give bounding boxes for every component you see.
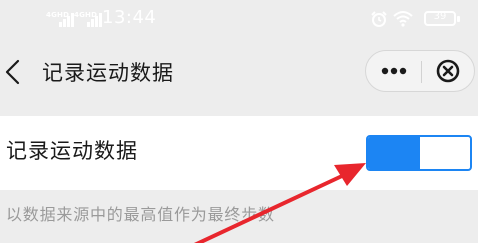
close-circle-icon: [436, 59, 460, 83]
alarm-icon: [371, 11, 387, 27]
status-time: 13:44: [102, 7, 157, 28]
menu-capsule: [365, 50, 475, 92]
status-icons: 39: [368, 8, 468, 30]
screen: 4GHD 4GHD 13:44 39 记录运动数据 记录运动数据 以数据来源中的…: [0, 0, 478, 243]
status-bar: 4GHD 4GHD 13:44 39: [0, 0, 478, 40]
battery-tip: [457, 16, 460, 22]
setting-row: 记录运动数据: [0, 116, 478, 190]
more-dots-icon: [381, 67, 407, 75]
setting-label: 记录运动数据: [6, 139, 138, 163]
chevron-left-icon: [5, 59, 20, 85]
nav-bar: 记录运动数据: [0, 40, 478, 104]
battery-level: 39: [433, 11, 447, 22]
toggle-on-fill: [368, 137, 420, 169]
back-button[interactable]: [0, 54, 28, 90]
close-button[interactable]: [422, 51, 475, 91]
more-button[interactable]: [366, 51, 421, 91]
battery-icon: 39: [424, 11, 456, 26]
wifi-icon: [393, 11, 413, 27]
setting-description: 以数据来源中的最高值作为最终步数: [6, 205, 275, 224]
record-sport-data-toggle[interactable]: [366, 135, 472, 171]
page-title: 记录运动数据: [42, 61, 174, 85]
